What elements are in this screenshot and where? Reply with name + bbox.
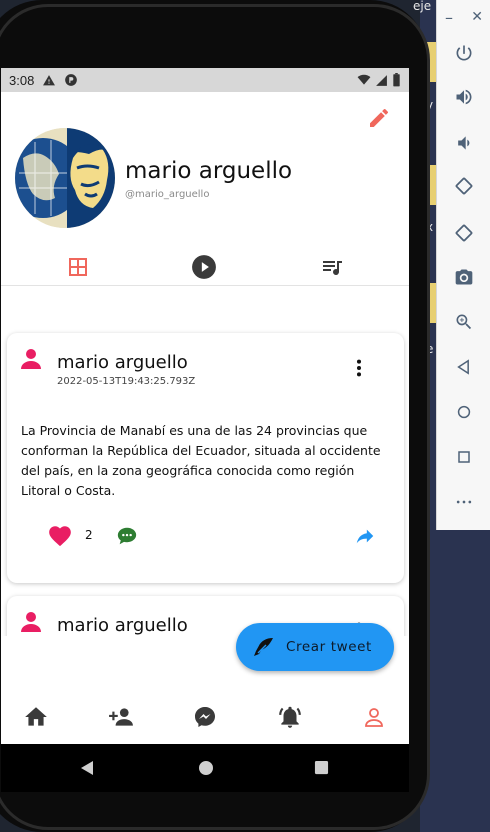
comment-button[interactable]	[116, 525, 138, 547]
like-button[interactable]	[47, 523, 73, 549]
android-nav-bar	[1, 744, 409, 792]
nav-home[interactable]	[23, 704, 49, 730]
post-author: mario arguello	[57, 615, 188, 636]
emulator-toolbar: – ✕	[436, 0, 490, 530]
battery-icon	[393, 73, 400, 87]
bottom-navigation	[1, 696, 409, 744]
back-button[interactable]	[437, 347, 490, 387]
app-notification-icon	[65, 74, 78, 86]
rotate-left-button[interactable]	[437, 166, 490, 206]
minimize-icon[interactable]: –	[445, 8, 453, 27]
camera-icon	[455, 269, 473, 285]
more-dots-icon	[456, 500, 472, 504]
profile-handle: @mario_arguello	[125, 189, 210, 200]
bell-ring-icon	[279, 706, 301, 728]
edit-profile-button[interactable]	[367, 106, 391, 130]
volume-down-button[interactable]	[437, 123, 490, 163]
android-recents-button[interactable]	[314, 760, 329, 779]
post-text: La Provincia de Manabí es una de las 24 …	[21, 423, 381, 498]
zoom-in-icon	[456, 314, 472, 330]
volume-up-button[interactable]	[437, 77, 490, 117]
user-icon	[19, 610, 43, 634]
nav-notifications[interactable]	[277, 704, 303, 730]
nav-profile[interactable]	[361, 704, 387, 730]
recents-square-icon	[314, 760, 329, 775]
power-button[interactable]	[437, 33, 490, 73]
desktop-text: eje	[413, 0, 432, 13]
overview-button[interactable]	[437, 437, 490, 477]
nav-follow[interactable]	[108, 704, 134, 730]
more-button[interactable]	[437, 482, 490, 522]
profile-avatar[interactable]	[15, 128, 115, 228]
messenger-icon	[195, 707, 215, 727]
play-circle-icon	[192, 255, 216, 279]
profile-avatar-image	[15, 128, 115, 228]
create-tweet-label: Crear tweet	[286, 639, 372, 655]
like-count: 2	[85, 528, 93, 542]
rotate-right-button[interactable]	[437, 213, 490, 253]
user-icon	[19, 347, 43, 371]
post-menu-button[interactable]	[348, 357, 368, 377]
warning-icon	[43, 74, 56, 85]
playlist-music-icon	[323, 261, 342, 275]
status-time: 3:08	[9, 72, 35, 88]
volume-up-icon	[456, 89, 472, 105]
post-actions: 2	[7, 523, 404, 551]
screenshot-button[interactable]	[437, 257, 490, 297]
zoom-button[interactable]	[437, 302, 490, 342]
overview-square-icon	[458, 451, 470, 463]
tab-grid[interactable]	[63, 252, 93, 282]
home-button[interactable]	[437, 392, 490, 432]
post-author: mario arguello	[57, 352, 188, 373]
person-outline-icon	[365, 708, 383, 727]
comment-icon	[117, 527, 137, 545]
tab-playlist[interactable]	[317, 252, 347, 282]
home-icon	[25, 707, 47, 726]
home-circle-icon	[457, 405, 471, 419]
profile-name: mario arguello	[125, 158, 293, 184]
app-screen: 3:08 mario arguello @mario_arguello mari…	[1, 68, 409, 744]
share-button[interactable]	[354, 525, 376, 547]
share-arrow-icon	[356, 529, 374, 544]
toolbar-window-controls: – ✕	[437, 0, 490, 34]
close-icon[interactable]: ✕	[471, 9, 483, 25]
back-triangle-icon	[457, 359, 469, 375]
rotate-right-icon	[455, 224, 473, 242]
profile-tabs	[1, 252, 409, 286]
feather-icon	[254, 638, 273, 656]
grid-icon	[69, 258, 87, 276]
back-icon	[81, 761, 93, 775]
tab-video[interactable]	[189, 252, 219, 282]
create-tweet-button[interactable]: Crear tweet	[236, 623, 394, 671]
android-back-button[interactable]	[79, 760, 95, 780]
android-home-button[interactable]	[198, 760, 214, 780]
more-vert-icon	[356, 359, 362, 377]
rotate-left-icon	[455, 177, 473, 195]
status-bar: 3:08	[1, 68, 409, 92]
wifi-icon	[357, 74, 371, 85]
power-icon	[456, 45, 472, 61]
nav-messages[interactable]	[192, 704, 218, 730]
home-dot-icon	[199, 761, 213, 775]
signal-icon	[376, 74, 387, 86]
post-date: 2022-05-13T19:43:25.793Z	[57, 376, 196, 387]
post-card[interactable]: mario arguello 2022-05-13T19:43:25.793Z …	[7, 333, 404, 583]
volume-down-icon	[458, 136, 470, 150]
pencil-icon	[370, 108, 389, 127]
person-add-icon	[109, 708, 133, 726]
heart-icon	[49, 526, 71, 547]
